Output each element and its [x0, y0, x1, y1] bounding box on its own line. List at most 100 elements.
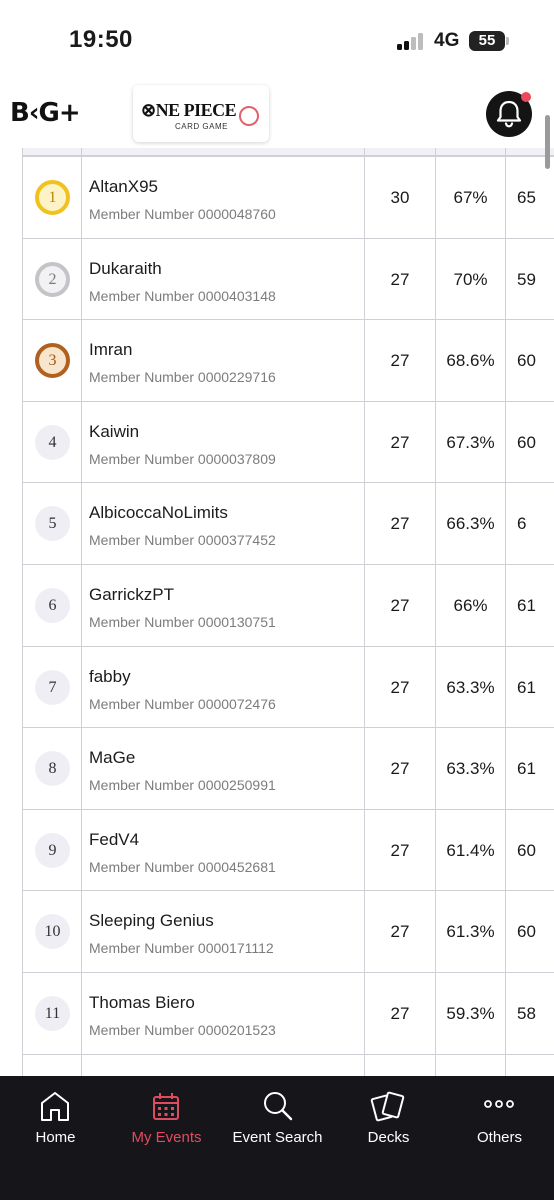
rank-cell: 6 — [23, 564, 82, 646]
nav-event-search[interactable]: Event Search — [222, 1076, 333, 1166]
nav-home[interactable]: Home — [0, 1076, 111, 1166]
rank-badge: 8 — [35, 751, 70, 787]
player-name: MaGe — [89, 748, 136, 768]
nav-label: Event Search — [232, 1129, 323, 1146]
win-percentage-cell: 66% — [436, 564, 506, 646]
points-cell: 27 — [365, 238, 436, 320]
app-logo[interactable]: B‹G+ — [10, 98, 81, 132]
player-name: GarrickzPT — [89, 584, 174, 604]
table-row[interactable]: 4 Kaiwin Member Number 0000037809 27 67.3% 60 — [22, 401, 554, 484]
rank-cell: 8 — [23, 728, 82, 809]
player-cell: MaGe Member Number 0000250991 — [82, 728, 365, 809]
rank-badge: 6 — [35, 587, 70, 623]
player-name: fabby — [89, 666, 131, 686]
win-percentage-cell: 63.3% — [436, 728, 506, 809]
table-row[interactable]: 2 Dukaraith Member Number 0000403148 27 70% 5… — [22, 238, 554, 321]
table-row[interactable]: 5 AlbicoccaNoLimits Member Number 00003774… — [22, 483, 554, 565]
player-name: Imran — [89, 340, 133, 360]
nav-label: Home — [35, 1129, 76, 1146]
player-cell: AlbicoccaNoLimits Member Number 000037745… — [82, 483, 365, 564]
signal-strength-icon — [397, 32, 427, 50]
rank-badge: 2 — [35, 261, 70, 297]
table-header — [22, 148, 554, 157]
member-number: Member Number 0000201523 — [89, 1021, 276, 1038]
nav-decks[interactable]: Decks — [333, 1076, 444, 1166]
points-cell: 27 — [365, 972, 436, 1054]
member-number: Member Number 0000377452 — [89, 532, 276, 549]
truncated-stat-cell: 61 — [517, 759, 536, 779]
player-cell: fabby Member Number 0000072476 — [82, 646, 365, 728]
win-percentage-cell: 63.3% — [436, 646, 506, 728]
rank-badge: 3 — [35, 343, 70, 379]
table-row[interactable]: 3 Imran Member Number 0000229716 27 68.6% 60 — [22, 320, 554, 402]
points-cell: 27 — [365, 728, 436, 809]
nav-others[interactable]: Others — [444, 1076, 554, 1166]
player-cell: Imran Member Number 0000229716 — [82, 320, 365, 401]
rank-cell: 2 — [23, 238, 82, 320]
truncated-stat-cell: 65 — [517, 188, 536, 207]
member-number: Member Number 0000048760 — [89, 206, 276, 222]
truncated-stat-cell: 59 — [517, 269, 536, 289]
win-percentage-cell: 67% — [436, 157, 506, 238]
rank-cell: 10 — [23, 891, 82, 972]
player-cell: Sleeping Genius Member Number 0000171112 — [82, 891, 365, 972]
member-number: Member Number 0000229716 — [89, 369, 276, 386]
table-row — [22, 1054, 554, 1076]
standings-table: 1 AltanX95 Member Number 0000048760 30 67% 65… — [0, 148, 554, 1076]
bottom-nav: Home My Events Event Search Decks Others — [0, 1076, 554, 1200]
member-number: Member Number 0000250991 — [89, 777, 276, 794]
rank-cell: 9 — [23, 809, 82, 891]
status-bar: 19:50 4G 55 — [0, 0, 554, 80]
calendar-icon — [153, 1093, 179, 1120]
rank-badge: 5 — [35, 506, 70, 542]
battery-level: 55 — [469, 31, 505, 51]
player-name: Kaiwin — [89, 421, 140, 441]
table-row[interactable]: 10 Sleeping Genius Member Number 000017111… — [22, 891, 554, 973]
home-icon — [41, 1092, 69, 1121]
more-icon — [484, 1100, 514, 1108]
rank-badge: 11 — [35, 995, 70, 1031]
member-number: Member Number 0000403148 — [89, 287, 276, 304]
player-name: AlbicoccaNoLimits — [89, 503, 228, 523]
nav-label: Others — [476, 1129, 522, 1146]
table-row[interactable]: 11 Thomas Biero Member Number 0000201523 27… — [22, 972, 554, 1055]
player-cell: FedV4 Member Number 0000452681 — [82, 809, 365, 891]
table-row[interactable]: 7 fabby Member Number 0000072476 27 63.3% 61 — [22, 646, 554, 729]
points-cell: 27 — [365, 891, 436, 972]
member-number: Member Number 0000171112 — [89, 940, 274, 957]
scrollbar[interactable] — [545, 115, 550, 169]
table-row[interactable]: 9 FedV4 Member Number 0000452681 27 61.4% 60 — [22, 809, 554, 892]
table-row[interactable]: 6 GarrickzPT Member Number 0000130751 27 66%… — [22, 564, 554, 647]
game-logo-title: ⊗NE PIECE — [141, 100, 237, 120]
nav-label: My Events — [131, 1129, 202, 1146]
truncated-stat-cell: 58 — [517, 1003, 536, 1023]
points-cell: 27 — [365, 646, 436, 728]
points-cell: 27 — [365, 483, 436, 564]
points-cell: 27 — [365, 564, 436, 646]
member-number: Member Number 0000072476 — [89, 695, 276, 712]
game-logo-subtitle: CARD GAME — [175, 122, 228, 131]
notification-badge — [521, 92, 531, 102]
game-logo[interactable]: ⊗NE PIECE CARD GAME — [133, 85, 269, 142]
rank-badge: 4 — [35, 424, 70, 460]
player-cell: AltanX95 Member Number 0000048760 — [82, 157, 365, 238]
points-cell: 27 — [365, 809, 436, 891]
nav-label: Decks — [367, 1129, 410, 1146]
table-row[interactable]: 8 MaGe Member Number 0000250991 27 63.3% 61 — [22, 728, 554, 810]
win-percentage-cell: 61.3% — [436, 891, 506, 972]
player-name: Sleeping Genius — [89, 911, 214, 931]
points-cell: 27 — [365, 320, 436, 401]
truncated-stat-cell: 60 — [517, 922, 536, 942]
truncated-stat-cell: 61 — [517, 677, 536, 697]
network-type: 4G — [434, 30, 460, 51]
player-name: FedV4 — [89, 829, 140, 849]
rank-cell: 5 — [23, 483, 82, 564]
game-switch-icon — [239, 106, 259, 126]
nav-my-events[interactable]: My Events — [111, 1076, 222, 1166]
truncated-stat-cell: 6 — [517, 514, 527, 534]
points-cell: 30 — [365, 157, 436, 238]
rank-badge: 10 — [35, 914, 70, 950]
member-number: Member Number 0000037809 — [89, 450, 276, 467]
table-row[interactable]: 1 AltanX95 Member Number 0000048760 30 67% 65 — [22, 157, 554, 239]
player-cell: Kaiwin Member Number 0000037809 — [82, 401, 365, 483]
